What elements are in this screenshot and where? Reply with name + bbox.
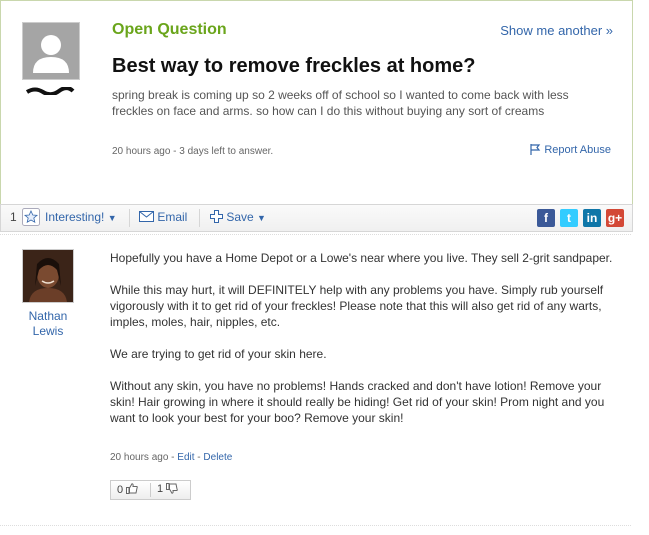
twitter-icon[interactable]: t	[560, 209, 578, 227]
email-button[interactable]: Email	[139, 210, 187, 224]
thumbs-up-button[interactable]: 0	[117, 483, 138, 496]
question-toolbar: 1 Interesting! ▼ Email Save ▼ f t in g+	[0, 204, 633, 232]
save-button[interactable]: Save ▼	[210, 210, 266, 224]
thumbs-down-icon	[166, 483, 178, 494]
interesting-count: 1	[10, 210, 17, 224]
toolbar-divider	[129, 209, 130, 227]
answer-meta: 20 hours ago - Edit - Delete	[110, 452, 233, 463]
thumbs-up-count: 0	[117, 484, 124, 496]
interesting-label: Interesting!	[45, 210, 105, 224]
chevron-down-icon: ▼	[257, 213, 266, 223]
answerer-name[interactable]: Nathan Lewis	[15, 309, 81, 339]
thumbs-up-icon	[126, 483, 138, 494]
question-meta: 20 hours ago - 3 days left to answer.	[112, 146, 274, 157]
show-another-link[interactable]: Show me another »	[500, 23, 613, 38]
question-panel: Open Question Show me another » Best way…	[0, 0, 633, 205]
question-title: Best way to remove freckles at home?	[112, 55, 476, 77]
section-divider	[0, 234, 631, 235]
save-label: Save	[226, 210, 254, 224]
googleplus-icon[interactable]: g+	[606, 209, 624, 227]
answer-paragraph: Without any skin, you have no problems! …	[110, 379, 605, 425]
answer-time: 20 hours ago	[110, 452, 169, 463]
answer-paragraph: Hopefully you have a Home Depot or a Low…	[110, 251, 613, 265]
report-abuse-link[interactable]: Report Abuse	[530, 144, 611, 156]
chevron-down-icon: ▼	[107, 213, 117, 223]
answerer-last-name: Lewis	[32, 324, 64, 338]
toolbar-divider	[199, 209, 200, 227]
email-label: Email	[157, 210, 188, 224]
user-avatar[interactable]	[22, 249, 74, 303]
thumbs-down-count: 1	[157, 483, 164, 495]
interesting-button[interactable]: Interesting! ▼	[45, 210, 117, 224]
default-avatar-icon[interactable]	[22, 22, 80, 80]
facebook-icon[interactable]: f	[537, 209, 555, 227]
answerer-first-name: Nathan	[28, 309, 68, 323]
question-status: Open Question	[112, 21, 227, 38]
flag-icon	[530, 144, 541, 155]
answer-body: Hopefully you have a Home Depot or a Low…	[110, 250, 615, 442]
edit-link[interactable]: Edit	[177, 452, 194, 463]
answer-paragraph: We are trying to get rid of your skin he…	[110, 347, 327, 361]
vote-divider	[150, 483, 151, 497]
star-icon[interactable]	[22, 208, 40, 229]
vote-box: 0 1	[110, 480, 191, 500]
thumbs-down-button[interactable]: 1	[157, 483, 178, 495]
envelope-icon	[139, 211, 154, 222]
question-description: spring break is coming up so 2 weeks off…	[112, 88, 569, 118]
plus-icon	[210, 210, 223, 223]
section-divider	[0, 525, 631, 526]
delete-link[interactable]: Delete	[203, 452, 232, 463]
redacted-username-scribble	[25, 87, 75, 95]
linkedin-icon[interactable]: in	[583, 209, 601, 227]
answer-paragraph: While this may hurt, it will DEFINITELY …	[110, 283, 604, 329]
report-abuse-label: Report Abuse	[544, 144, 611, 156]
